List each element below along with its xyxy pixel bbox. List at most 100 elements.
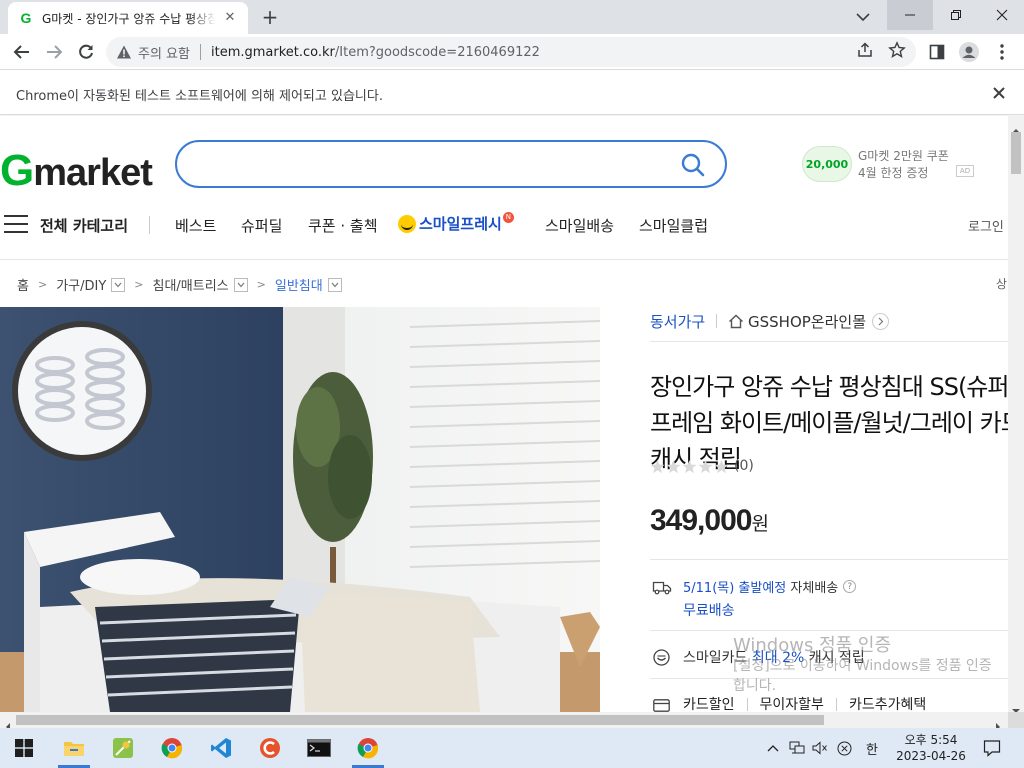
- horizontal-scroll-thumb[interactable]: [16, 715, 824, 725]
- side-panel-icon[interactable]: [927, 42, 947, 62]
- nav-smile-fresh[interactable]: 스마일프레시 N: [398, 212, 514, 234]
- info-divider: [650, 341, 1008, 342]
- scroll-down-icon[interactable]: [1012, 700, 1020, 713]
- vertical-scroll-thumb[interactable]: [1011, 132, 1021, 174]
- help-icon[interactable]: ?: [843, 580, 857, 593]
- vertical-scrollbar[interactable]: [1008, 116, 1024, 713]
- maps-app-icon[interactable]: [101, 728, 145, 768]
- browser-tab[interactable]: G G마켓 - 장인가구 앙쥬 수납 평상침대 SS(슈퍼싱글) 프레임 화이트…: [8, 2, 248, 34]
- chevron-right-icon: >: [37, 278, 48, 291]
- star-icon: [650, 459, 665, 473]
- forward-arrow-icon[interactable]: [42, 40, 66, 64]
- rating-stars[interactable]: (0): [650, 458, 754, 474]
- ime-indicator[interactable]: 한: [864, 740, 880, 758]
- all-categories-link[interactable]: 전체 카테고리: [40, 215, 128, 236]
- notification-icon[interactable]: [983, 739, 1001, 757]
- minimize-button[interactable]: [887, 0, 933, 30]
- ad-badge: AD: [956, 165, 974, 177]
- interest-free-link[interactable]: 무이자할부: [760, 694, 824, 712]
- profile-avatar-icon[interactable]: [959, 42, 979, 62]
- chrome-menu-icon[interactable]: [992, 42, 1012, 62]
- infobar-close-icon[interactable]: [990, 84, 1008, 102]
- breadcrumb-home[interactable]: 홈: [17, 275, 29, 294]
- card-discount-link[interactable]: 카드할인: [683, 694, 735, 712]
- star-icon: [698, 459, 713, 473]
- ad-line-2[interactable]: 4월 한정 증정: [858, 164, 928, 181]
- search-icon[interactable]: [680, 152, 706, 178]
- chevron-down-icon[interactable]: [327, 277, 342, 292]
- gmarket-logo[interactable]: Gmarket: [0, 146, 153, 196]
- breadcrumb-right-link[interactable]: 상: [996, 275, 1007, 292]
- share-icon[interactable]: [856, 41, 874, 59]
- windows-activation-title: Windows 정품 인증: [733, 635, 892, 656]
- smile-logo-icon: [398, 214, 416, 233]
- chevron-right-icon: >: [256, 278, 266, 291]
- review-count[interactable]: (0): [734, 458, 754, 474]
- clock[interactable]: 오후 5:54 2023-04-26: [893, 732, 969, 764]
- card-divider: [746, 697, 748, 711]
- hamburger-menu-icon[interactable]: [4, 214, 28, 234]
- back-arrow-icon[interactable]: [10, 40, 34, 64]
- terminal-app-icon[interactable]: [297, 728, 341, 768]
- scroll-left-icon[interactable]: [4, 716, 12, 731]
- tray-chevron-up-icon[interactable]: [765, 740, 781, 756]
- star-icon: [682, 459, 697, 473]
- chrome-app-icon[interactable]: [150, 728, 194, 768]
- url-text: item.gmarket.co.kr/Item?goodscode=216046…: [211, 45, 540, 60]
- tab-search-icon[interactable]: [852, 6, 874, 28]
- login-link[interactable]: 로그인: [968, 216, 1004, 235]
- url-host: item.gmarket.co.kr: [210, 44, 335, 60]
- scroll-right-icon[interactable]: [994, 716, 1002, 731]
- ad-coupon-image[interactable]: 20,000: [802, 146, 852, 182]
- nav-smile-delivery[interactable]: 스마일배송: [545, 215, 614, 236]
- windows-activation-text: [설정]으로 이동하여 Windows를 정품 인증합니다.: [733, 658, 992, 694]
- close-window-button[interactable]: [979, 0, 1024, 30]
- shop-link[interactable]: GSSHOP온라인몰: [728, 311, 889, 332]
- address-bar[interactable]: 주의 요함 item.gmarket.co.kr/Item?goodscode=…: [106, 37, 916, 67]
- ad-coupon-amount: 20,000: [805, 157, 849, 171]
- price-unit: 원: [751, 513, 769, 535]
- bookmark-star-icon[interactable]: [888, 41, 906, 59]
- star-icon: [714, 459, 729, 473]
- smile-fresh-label: 스마일프레시: [419, 215, 502, 233]
- network-icon[interactable]: [789, 740, 805, 756]
- clock-date: 2023-04-26: [896, 749, 966, 763]
- card-extra-benefit-link[interactable]: 카드추가혜택: [849, 694, 926, 712]
- credit-card-icon: [653, 697, 670, 712]
- tab-close-icon[interactable]: ✕: [222, 10, 238, 26]
- shipping-fee: 무료배송: [683, 603, 735, 619]
- ad-line-1[interactable]: G마켓 2만원 쿠폰: [858, 147, 949, 164]
- restore-button[interactable]: [933, 0, 979, 30]
- nav-divider: [149, 216, 150, 234]
- volume-muted-icon[interactable]: [812, 740, 828, 756]
- automation-infobar: Chrome이 자동화된 테스트 소프트웨어에 의해 제어되고 있습니다.: [0, 71, 1024, 115]
- reload-icon[interactable]: [74, 40, 98, 64]
- breadcrumb-level-3[interactable]: 일반침대: [275, 275, 323, 294]
- nav-superdeal[interactable]: 슈퍼딜: [241, 215, 282, 236]
- scroll-up-icon[interactable]: [1012, 120, 1020, 133]
- chevron-down-icon[interactable]: [233, 277, 248, 292]
- nav-coupon-checkin[interactable]: 쿠폰 · 출첵: [308, 215, 378, 236]
- shipping-info: 5/11(목) 출발예정 자체배송 ?: [683, 577, 857, 596]
- logo-text: market: [33, 152, 153, 194]
- search-input[interactable]: [175, 140, 727, 188]
- breadcrumb-level-2[interactable]: 침대/매트리스: [153, 275, 229, 294]
- new-badge: N: [502, 212, 514, 223]
- ccleaner-app-icon[interactable]: [248, 728, 292, 768]
- nav-best[interactable]: 베스트: [175, 215, 216, 236]
- horizontal-scrollbar[interactable]: [0, 712, 1008, 731]
- nav-smile-club[interactable]: 스마일클럽: [639, 215, 708, 236]
- vscode-app-icon[interactable]: [199, 728, 243, 768]
- chevron-down-icon[interactable]: [111, 277, 126, 292]
- chrome-active-app-icon[interactable]: [346, 728, 390, 768]
- warning-triangle-icon[interactable]: [116, 44, 132, 60]
- blocked-circle-icon[interactable]: [836, 740, 852, 756]
- seller-link[interactable]: 동서가구: [650, 311, 705, 332]
- windows-start-icon[interactable]: [2, 728, 46, 768]
- new-tab-button[interactable]: +: [258, 6, 282, 28]
- breadcrumb-level-1[interactable]: 가구/DIY: [56, 275, 106, 294]
- product-main-image[interactable]: [0, 307, 600, 712]
- omnibox-divider: [199, 44, 201, 60]
- seller-divider: [716, 314, 717, 328]
- file-explorer-icon[interactable]: [52, 728, 96, 768]
